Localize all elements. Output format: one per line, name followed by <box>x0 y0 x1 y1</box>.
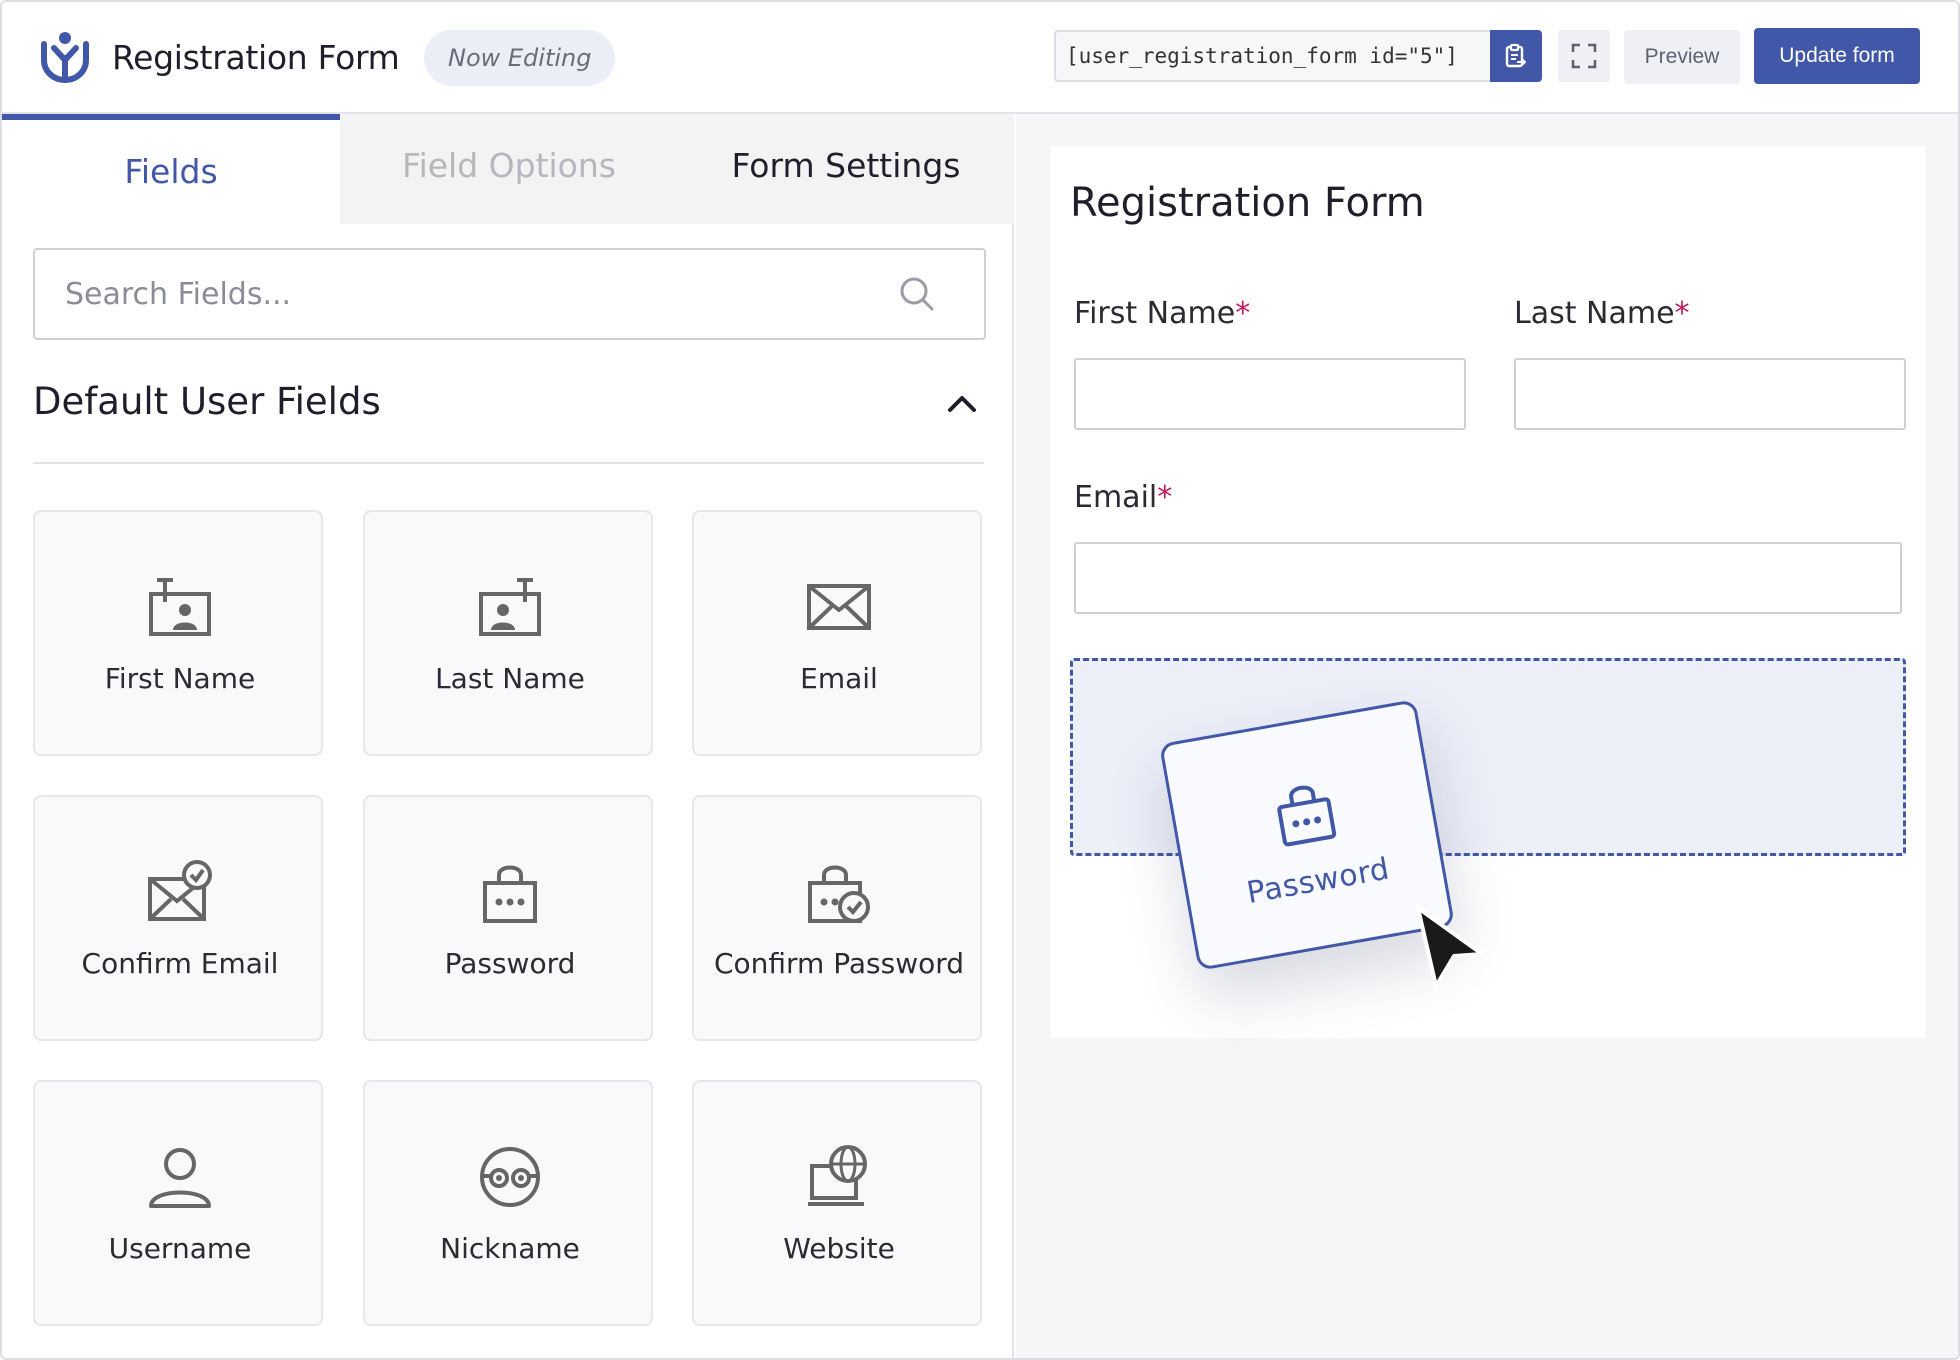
field-card-first-name[interactable]: First Name <box>33 510 323 756</box>
field-card-label: Email <box>800 662 878 695</box>
confirm-password-icon <box>808 865 870 923</box>
tab-form-settings[interactable]: Form Settings <box>678 114 1014 224</box>
status-badge: Now Editing <box>424 30 616 86</box>
copy-shortcode-button[interactable] <box>1490 30 1542 82</box>
top-bar: Registration Form Now Editing [user_regi… <box>2 2 1958 114</box>
field-card-email[interactable]: Email <box>692 510 982 756</box>
email-icon <box>807 584 871 630</box>
last-name-field[interactable] <box>1514 358 1906 430</box>
field-card-label: Website <box>783 1232 895 1265</box>
last-name-icon <box>479 578 541 636</box>
mouse-cursor-icon <box>1416 906 1484 988</box>
first-name-icon <box>149 578 211 636</box>
field-card-label: Nickname <box>440 1232 580 1265</box>
field-card-password[interactable]: Password <box>363 795 653 1041</box>
tab-field-options[interactable]: Field Options <box>340 114 678 224</box>
field-card-last-name[interactable]: Last Name <box>363 510 653 756</box>
field-card-label: Username <box>108 1232 252 1265</box>
first-name-field[interactable] <box>1074 358 1466 430</box>
search-input[interactable] <box>65 272 885 316</box>
fullscreen-button[interactable] <box>1558 30 1610 82</box>
preview-button[interactable]: Preview <box>1624 30 1740 84</box>
form-preview-panel: Registration Form First Name* Last Name*… <box>1016 114 1958 1358</box>
email-field[interactable] <box>1074 542 1902 614</box>
fields-panel: Fields Field Options Form Settings Defau… <box>2 114 1014 1358</box>
section-divider <box>33 462 984 464</box>
field-card-username[interactable]: Username <box>33 1080 323 1326</box>
password-icon <box>483 865 537 923</box>
required-mark: * <box>1157 480 1173 515</box>
email-label: Email* <box>1074 480 1173 515</box>
search-icon[interactable] <box>897 274 937 314</box>
field-card-label: Confirm Password <box>713 947 965 980</box>
field-card-label: Confirm Email <box>81 947 279 980</box>
required-mark: * <box>1674 296 1690 331</box>
field-card-confirm-email[interactable]: Confirm Email <box>33 795 323 1041</box>
field-card-nickname[interactable]: Nickname <box>363 1080 653 1326</box>
field-card-confirm-password[interactable]: Confirm Password <box>692 795 982 1041</box>
update-form-button[interactable]: Update form <box>1754 28 1920 84</box>
app-window: Registration Form Now Editing [user_regi… <box>0 0 1960 1360</box>
password-icon <box>1277 785 1337 847</box>
required-mark: * <box>1235 296 1251 331</box>
panel-tabs: Fields Field Options Form Settings <box>2 114 1014 224</box>
page-title: Registration Form <box>112 38 400 77</box>
field-card-label: Last Name <box>435 662 585 695</box>
clipboard-icon <box>1505 43 1527 68</box>
tab-fields[interactable]: Fields <box>2 114 340 224</box>
field-card-label: Password <box>444 947 576 980</box>
chevron-up-icon[interactable] <box>942 384 982 424</box>
confirm-email-icon <box>148 860 212 921</box>
field-card-label: First Name <box>104 662 256 695</box>
form-title: Registration Form <box>1070 180 1425 226</box>
section-title: Default User Fields <box>33 380 381 423</box>
logo-icon <box>41 32 89 84</box>
fullscreen-icon <box>1571 43 1597 69</box>
first-name-label: First Name* <box>1074 296 1251 331</box>
nickname-icon <box>480 1147 540 1207</box>
website-icon <box>808 1145 867 1206</box>
search-box <box>33 248 986 340</box>
user-icon <box>149 1148 211 1208</box>
field-card-website[interactable]: Website <box>692 1080 982 1326</box>
last-name-label: Last Name* <box>1514 296 1690 331</box>
shortcode-field[interactable]: [user_registration_form id="5"] <box>1054 30 1490 82</box>
